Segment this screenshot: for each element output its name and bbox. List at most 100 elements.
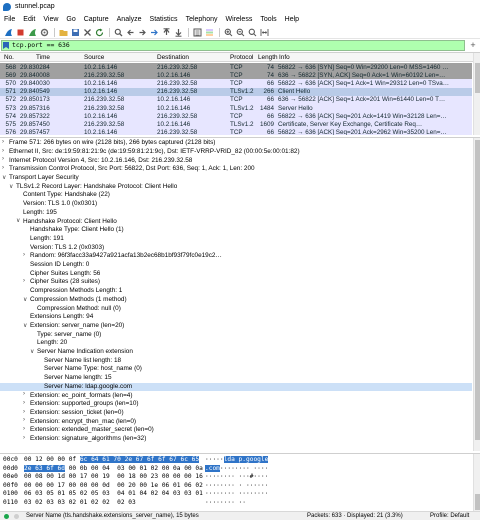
shark-fin-start-button[interactable] [3, 27, 13, 37]
status-profile[interactable]: Profile: Default [430, 513, 469, 519]
detail-tree-item[interactable]: › Internet Protocol Version 4, Src: 10.2.… [0, 156, 472, 165]
restart-button[interactable] [27, 27, 37, 37]
bytes-scrollbar[interactable] [473, 454, 480, 511]
expanded-chevron-icon[interactable]: ∨ [2, 174, 8, 181]
collapsed-chevron-icon[interactable]: › [23, 391, 29, 397]
bytes-scroll-thumb[interactable] [475, 494, 480, 510]
detail-tree-item[interactable]: Session ID Length: 0 [0, 261, 472, 270]
zoom-normal-button[interactable] [247, 27, 257, 37]
collapsed-chevron-icon[interactable]: › [23, 252, 29, 258]
detail-tree-item[interactable]: Version: TLS 1.2 (0x0303) [0, 243, 472, 252]
detail-tree-item[interactable]: › Random: 96f3facc33a9427a921acfa13b2ec68… [0, 252, 472, 261]
detail-tree-item[interactable]: Extensions Length: 94 [0, 313, 472, 322]
detail-tree-item[interactable]: ∨ Handshake Protocol: Client Hello [0, 217, 472, 226]
menu-telephony[interactable]: Telephony [186, 16, 218, 23]
menu-go[interactable]: Go [66, 16, 75, 23]
detail-tree-item[interactable]: Server Name Type: host_name (0) [0, 365, 472, 374]
collapsed-chevron-icon[interactable]: › [2, 165, 8, 171]
col-header-time[interactable]: Time [36, 54, 50, 61]
detail-tree-item[interactable]: › Extension: extended_master_secret (len=… [0, 426, 472, 435]
resize-columns-button[interactable] [259, 27, 269, 37]
collapsed-chevron-icon[interactable]: › [2, 139, 8, 145]
collapsed-chevron-icon[interactable]: › [23, 278, 29, 284]
col-header-length[interactable]: Length [258, 54, 278, 61]
close-file-button[interactable] [82, 27, 92, 37]
stop-button[interactable] [15, 27, 25, 37]
detail-tree-item[interactable]: Server Name: ldap.google.com [0, 382, 472, 392]
status-edit-icon[interactable] [14, 514, 19, 519]
expanded-chevron-icon[interactable]: ∨ [30, 348, 36, 355]
display-filter-input[interactable]: tcp.port == 636 [1, 40, 465, 51]
detail-tree-item[interactable]: Length: 191 [0, 235, 472, 244]
hex-row[interactable]: 0100 06 03 05 01 05 02 05 03 04 01 04 02 … [0, 490, 472, 498]
packet-list-scrollbar[interactable] [473, 53, 480, 135]
filter-bookmark-icon[interactable] [3, 42, 9, 49]
detail-tree-item[interactable]: ∨ Extension: server_name (len=20) [0, 322, 472, 331]
detail-tree-item[interactable]: Type: server_name (0) [0, 330, 472, 339]
detail-tree-item[interactable]: ∨ Server Name Indication extension [0, 348, 472, 357]
detail-tree-item[interactable]: › Ethernet II, Src: de:19:59:81:21:9c (de… [0, 148, 472, 157]
col-header-protocol[interactable]: Protocol [230, 54, 253, 61]
detail-tree-item[interactable]: › Extension: encrypt_then_mac (len=0) [0, 417, 472, 426]
go-back-button[interactable] [125, 27, 135, 37]
options-gear-button[interactable] [39, 27, 49, 37]
detail-tree-item[interactable]: Server Name list length: 18 [0, 357, 472, 366]
col-header-source[interactable]: Source [84, 54, 104, 61]
menu-file[interactable]: File [4, 16, 15, 23]
packet-row[interactable]: 576 29.857457 10.2.16.146 216.239.32.58 TCP 6… [0, 128, 472, 135]
hex-row[interactable]: 00f0 00 00 00 17 00 00 00 0d 00 20 00 1e … [0, 482, 472, 490]
menu-view[interactable]: View [43, 16, 58, 23]
detail-tree-item[interactable]: › Frame 571: 266 bytes on wire (2128 bits… [0, 139, 472, 148]
add-filter-button[interactable]: + [468, 40, 478, 51]
go-forward-button[interactable] [137, 27, 147, 37]
menu-capture[interactable]: Capture [84, 16, 109, 23]
menu-statistics[interactable]: Statistics [150, 16, 178, 23]
collapsed-chevron-icon[interactable]: › [23, 426, 29, 432]
expanded-chevron-icon[interactable]: ∨ [16, 217, 22, 224]
detail-tree-item[interactable]: › Cipher Suites (28 suites) [0, 278, 472, 287]
detail-tree-item[interactable]: › Transmission Control Protocol, Src Port… [0, 165, 472, 174]
detail-tree-item[interactable]: ∨ TLSv1.2 Record Layer: Handshake Protoco… [0, 183, 472, 192]
detail-tree-item[interactable]: ∨ Compression Methods (1 method) [0, 296, 472, 305]
reload-button[interactable] [94, 27, 104, 37]
go-last-button[interactable] [173, 27, 183, 37]
detail-tree-item[interactable]: Length: 20 [0, 339, 472, 348]
collapsed-chevron-icon[interactable]: › [23, 435, 29, 441]
detail-scroll-thumb[interactable] [475, 140, 480, 440]
detail-tree-item[interactable]: Cipher Suites Length: 56 [0, 270, 472, 279]
open-folder-button[interactable] [58, 27, 68, 37]
detail-scrollbar[interactable] [473, 138, 480, 451]
hex-row[interactable]: 00c0 00 12 00 00 0f 6c 64 61 70 2e 67 6f … [0, 456, 472, 464]
detail-tree-item[interactable]: › Extension: signature_algorithms (len=32… [0, 435, 472, 444]
autoscroll-button[interactable] [192, 27, 202, 37]
save-button[interactable] [70, 27, 80, 37]
colorize-button[interactable] [204, 27, 214, 37]
zoom-in-button[interactable] [223, 27, 233, 37]
detail-tree-item[interactable]: Server Name length: 15 [0, 374, 472, 383]
menu-help[interactable]: Help [285, 16, 299, 23]
detail-tree-item[interactable]: Compression Method: null (0) [0, 304, 472, 313]
collapsed-chevron-icon[interactable]: › [2, 156, 8, 162]
menu-tools[interactable]: Tools [260, 16, 276, 23]
detail-tree-item[interactable]: Length: 195 [0, 209, 472, 218]
collapsed-chevron-icon[interactable]: › [23, 409, 29, 415]
detail-tree-item[interactable]: Handshake Type: Client Hello (1) [0, 226, 472, 235]
menu-edit[interactable]: Edit [23, 16, 35, 23]
detail-tree-item[interactable]: › Extension: ec_point_formats (len=4) [0, 391, 472, 400]
expanded-chevron-icon[interactable]: ∨ [23, 296, 29, 303]
zoom-out-button[interactable] [235, 27, 245, 37]
menu-wireless[interactable]: Wireless [225, 16, 252, 23]
find-button[interactable] [113, 27, 123, 37]
hex-row[interactable]: 00e0 00 08 00 1d 00 17 00 19 00 18 00 23 … [0, 473, 472, 481]
go-to-packet-button[interactable] [149, 27, 159, 37]
col-header-destination[interactable]: Destination [157, 54, 189, 61]
expanded-chevron-icon[interactable]: ∨ [23, 322, 29, 329]
collapsed-chevron-icon[interactable]: › [23, 400, 29, 406]
detail-tree-item[interactable]: › Extension: session_ticket (len=0) [0, 409, 472, 418]
collapsed-chevron-icon[interactable]: › [2, 148, 8, 154]
hex-row[interactable]: 00d0 2e 63 6f 6d 00 0b 00 04 03 00 01 02 … [0, 464, 472, 473]
collapsed-chevron-icon[interactable]: › [23, 417, 29, 423]
detail-tree-item[interactable]: › Extension: supported_groups (len=10) [0, 400, 472, 409]
detail-tree-item[interactable]: Content Type: Handshake (22) [0, 191, 472, 200]
detail-tree-item[interactable]: ∨ Transport Layer Security [0, 174, 472, 183]
